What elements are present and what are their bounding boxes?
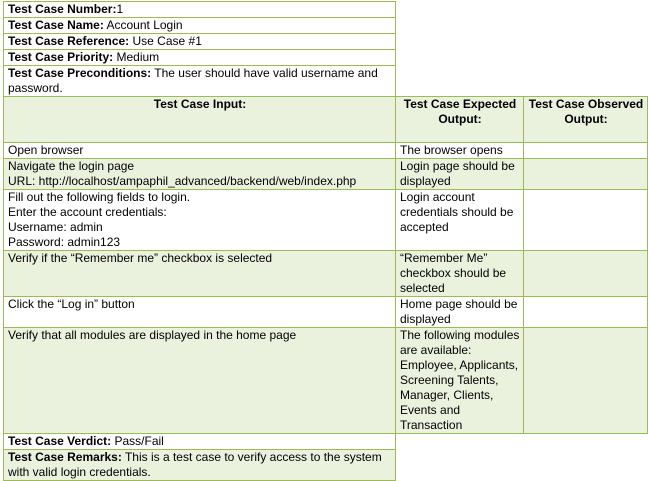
test-case-priority-row: Test Case Priority: Medium [3,49,648,66]
expected-column-header: Test Case Expected Output: [395,96,524,143]
table-row: Open browser The browser opens [3,142,648,159]
step-input-line: Navigate the login page [8,159,135,173]
test-case-priority-cell: Test Case Priority: Medium [3,49,396,66]
test-case-preconditions-row: Test Case Preconditions: The user should… [3,65,648,97]
step-expected: The following modules are available: Emp… [395,327,524,434]
test-case-remarks-label: Test Case Remarks: [8,450,122,464]
column-header-row: Test Case Input: Test Case Expected Outp… [3,96,648,143]
step-observed [523,142,648,159]
step-expected: “Remember Me” checkbox should be selecte… [395,250,524,297]
test-case-number-label: Test Case Number: [8,2,117,16]
step-input-line: Open browser [8,143,84,157]
table-row: Click the “Log in” button Home page shou… [3,296,648,328]
step-input-line: Enter the account credentials: [8,205,167,219]
input-column-header: Test Case Input: [3,96,396,143]
observed-column-header: Test Case Observed Output: [523,96,648,143]
test-case-priority-value: Medium [113,50,160,64]
test-case-verdict-row: Test Case Verdict: Pass/Fail [3,433,648,450]
step-expected: Home page should be displayed [395,296,524,328]
step-input: Click the “Log in” button [3,296,396,328]
step-input: Fill out the following fields to login. E… [3,189,396,251]
test-case-reference-row: Test Case Reference: Use Case #1 [3,33,648,50]
test-case-table: Test Case Number:1 Test Case Name: Accou… [3,1,648,481]
test-case-name-label: Test Case Name: [8,18,104,32]
step-observed [523,296,648,328]
step-input-line: Verify that all modules are displayed in… [8,328,297,342]
step-input: Verify if the “Remember me” checkbox is … [3,250,396,297]
test-case-remarks-cell: Test Case Remarks: This is a test case t… [3,449,396,481]
step-observed [523,327,648,434]
test-case-name-row: Test Case Name: Account Login [3,17,648,34]
step-input: Verify that all modules are displayed in… [3,327,396,434]
test-case-document: Test Case Number:1 Test Case Name: Accou… [3,1,648,481]
test-case-verdict-label: Test Case Verdict: [8,434,112,448]
test-case-reference-value: Use Case #1 [129,34,202,48]
test-case-preconditions-label: Test Case Preconditions: [8,66,152,80]
step-expected: The browser opens [395,142,524,159]
step-expected: Login page should be displayed [395,158,524,190]
test-case-priority-label: Test Case Priority: [8,50,114,64]
test-case-reference-label: Test Case Reference: [8,34,130,48]
test-case-preconditions-cell: Test Case Preconditions: The user should… [3,65,396,97]
test-case-name-value: Account Login [103,18,183,32]
step-input-line: Password: admin123 [8,235,121,249]
step-input-line: Username: admin [8,220,103,234]
step-observed [523,250,648,297]
step-input-line: Click the “Log in” button [8,297,135,311]
test-case-reference-cell: Test Case Reference: Use Case #1 [3,33,396,50]
test-case-name-cell: Test Case Name: Account Login [3,17,396,34]
table-row: Fill out the following fields to login. E… [3,189,648,251]
test-case-number-row: Test Case Number:1 [3,1,648,18]
step-input-line: Verify if the “Remember me” checkbox is … [8,251,273,265]
test-case-remarks-row: Test Case Remarks: This is a test case t… [3,449,648,481]
step-observed [523,189,648,251]
step-expected: Login account credentials should be acce… [395,189,524,251]
step-input-line: URL: http://localhost/ampaphil_advanced/… [8,174,357,188]
step-observed [523,158,648,190]
test-case-number-cell: Test Case Number:1 [3,1,396,18]
test-case-number-value: 1 [116,2,124,16]
step-input-line: Fill out the following fields to login. [8,190,191,204]
test-case-verdict-value: Pass/Fail [111,434,164,448]
step-input: Open browser [3,142,396,159]
table-row: Navigate the login page URL: http://local… [3,158,648,190]
test-case-verdict-cell: Test Case Verdict: Pass/Fail [3,433,396,450]
step-input: Navigate the login page URL: http://local… [3,158,396,190]
table-row: Verify that all modules are displayed in… [3,327,648,434]
table-row: Verify if the “Remember me” checkbox is … [3,250,648,297]
